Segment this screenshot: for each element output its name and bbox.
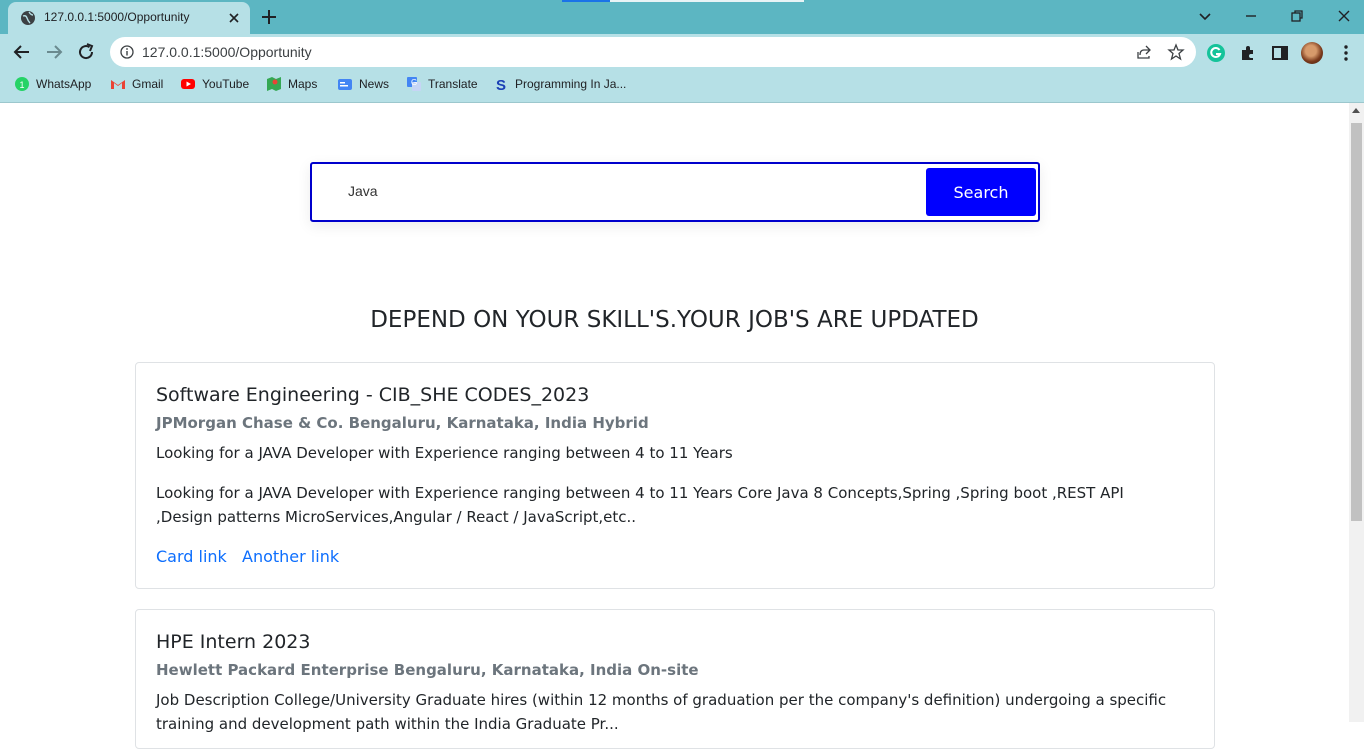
tab-title: 127.0.0.1:5000/Opportunity	[44, 10, 190, 24]
search-input[interactable]: Java	[348, 183, 378, 199]
bookmark-label: News	[359, 77, 390, 91]
job-title: HPE Intern 2023	[156, 631, 311, 653]
close-window-icon[interactable]	[1334, 6, 1354, 26]
restore-icon[interactable]	[1287, 6, 1307, 26]
scrollbar-thumb[interactable]	[1351, 123, 1362, 521]
job-description: Looking for a JAVA Developer with Experi…	[156, 484, 1124, 526]
bookmark-youtube[interactable]: YouTube	[180, 76, 249, 92]
site-info-icon[interactable]	[120, 45, 134, 59]
bookmark-maps[interactable]: Maps	[266, 76, 317, 92]
job-summary: Job Description College/University Gradu…	[156, 691, 1167, 733]
reload-icon[interactable]	[76, 42, 96, 62]
bookmark-whatsapp[interactable]: 1 WhatsApp	[14, 76, 91, 92]
job-card: HPE Intern 2023 Hewlett Packard Enterpri…	[135, 609, 1215, 749]
profile-avatar[interactable]	[1301, 42, 1323, 64]
gmail-icon	[111, 80, 125, 89]
chrome-divider	[0, 102, 1364, 103]
svg-text:1: 1	[19, 80, 24, 90]
bookmark-label: Maps	[288, 77, 318, 91]
bookmark-label: Gmail	[132, 77, 164, 91]
bookmarks-bar: 1 WhatsApp Gmail YouTube Maps News G Tra…	[0, 70, 1364, 98]
minimize-icon[interactable]	[1241, 6, 1261, 26]
globe-icon	[21, 11, 35, 25]
bookmark-star-icon[interactable]	[1167, 43, 1185, 61]
grammarly-icon[interactable]	[1206, 43, 1226, 63]
job-company-location: Hewlett Packard Enterprise Bengaluru, Ka…	[156, 661, 699, 679]
youtube-icon	[181, 79, 195, 89]
bookmark-label: Programming In Ja...	[515, 77, 627, 91]
page-scrollbar[interactable]	[1349, 103, 1364, 722]
browser-toolbar: 127.0.0.1:5000/Opportunity	[0, 34, 1364, 70]
new-tab-icon[interactable]	[258, 6, 280, 28]
bookmark-label: WhatsApp	[36, 77, 92, 91]
bookmark-label: Translate	[428, 77, 478, 91]
active-tab[interactable]: 127.0.0.1:5000/Opportunity	[8, 2, 250, 34]
url-text: 127.0.0.1:5000/Opportunity	[142, 44, 312, 60]
news-icon	[338, 79, 352, 90]
tab-strip: 127.0.0.1:5000/Opportunity	[0, 0, 1364, 34]
search-box: Java Search	[310, 162, 1040, 222]
bookmark-label: YouTube	[202, 77, 250, 91]
svg-text:G: G	[411, 78, 417, 87]
card-link[interactable]: Card link	[156, 547, 227, 566]
job-card: Software Engineering - CIB_SHE CODES_202…	[135, 362, 1215, 589]
whatsapp-icon: 1	[15, 77, 29, 91]
svg-text:S: S	[496, 77, 506, 92]
search-button[interactable]: Search	[926, 168, 1036, 216]
chevron-down-icon[interactable]	[1195, 6, 1215, 26]
tab-group-indicator-light	[610, 0, 804, 2]
scroll-up-arrow-icon[interactable]	[1352, 108, 1360, 113]
another-link[interactable]: Another link	[242, 547, 339, 566]
s-logo-icon: S	[496, 77, 506, 92]
back-arrow-icon[interactable]	[12, 42, 32, 62]
close-tab-icon[interactable]	[226, 10, 242, 26]
address-bar[interactable]: 127.0.0.1:5000/Opportunity	[110, 37, 1196, 67]
side-panel-icon[interactable]	[1270, 43, 1290, 63]
translate-icon: G	[407, 77, 421, 91]
kebab-menu-icon[interactable]	[1336, 43, 1356, 63]
tab-group-indicator	[562, 0, 610, 2]
extensions-puzzle-icon[interactable]	[1238, 43, 1258, 63]
bookmark-translate[interactable]: G Translate	[406, 76, 478, 92]
bookmark-programming[interactable]: S Programming In Ja...	[493, 76, 626, 92]
job-title: Software Engineering - CIB_SHE CODES_202…	[156, 384, 590, 406]
job-summary: Looking for a JAVA Developer with Experi…	[156, 444, 733, 462]
page-heading: DEPEND ON YOUR SKILL'S.YOUR JOB'S ARE UP…	[370, 307, 979, 333]
share-icon[interactable]	[1136, 44, 1152, 60]
browser-chrome: 127.0.0.1:5000/Opportunity 127.0.0.1:500…	[0, 0, 1364, 103]
bookmark-news[interactable]: News	[337, 76, 389, 92]
bookmark-gmail[interactable]: Gmail	[110, 76, 163, 92]
forward-arrow-icon[interactable]	[44, 42, 64, 62]
maps-icon	[267, 77, 281, 91]
job-company-location: JPMorgan Chase & Co. Bengaluru, Karnatak…	[156, 414, 649, 432]
